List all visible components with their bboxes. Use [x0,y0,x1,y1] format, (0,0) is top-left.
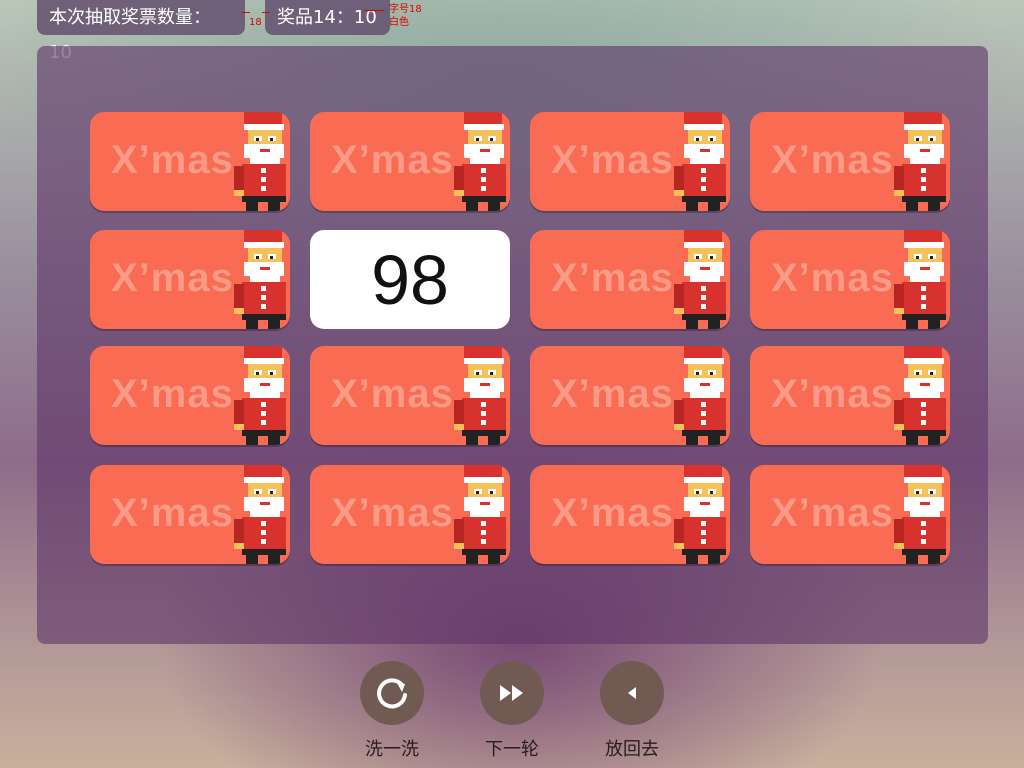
fast-forward-icon [500,685,523,701]
card-back-text: X’mas [771,491,894,535]
ticket-card[interactable]: X’mas [90,465,290,564]
next-round-label: 下一轮 [485,739,539,760]
draw-count-badge: 本次抽取奖票数量：10 [37,0,245,63]
santa-icon [674,465,726,564]
santa-icon [234,230,286,329]
put-back-circle[interactable] [600,661,664,725]
shuffle-button[interactable]: 洗一洗 [352,661,432,761]
put-back-button[interactable]: 放回去 [592,661,672,761]
card-back-text: X’mas [771,138,894,182]
card-back-text: X’mas [331,372,454,416]
refresh-icon [377,678,407,709]
santa-icon [454,465,506,564]
ticket-card[interactable]: X’mas [750,112,950,211]
annotation-marker [262,12,270,13]
card-back-text: X’mas [111,491,234,535]
card-back-text: X’mas [111,256,234,300]
card-back-text: X’mas [551,256,674,300]
santa-icon [234,465,286,564]
control-bar: 洗一洗 下一轮 放回去 [0,661,1024,768]
card-back-text: X’mas [331,491,454,535]
santa-icon [894,346,946,445]
card-back-text: X’mas [551,138,674,182]
play-back-icon [628,687,636,699]
annotation-marker [364,10,384,11]
annotation-marker [242,12,250,13]
ticket-card[interactable]: X’mas [310,465,510,564]
card-back-text: X’mas [111,138,234,182]
annotation-font-note: 字号18 [389,4,422,15]
annotation-color-note: 白色 [389,17,409,28]
santa-icon [674,346,726,445]
santa-icon [894,112,946,211]
ticket-number: 98 [371,240,449,319]
ticket-card[interactable]: X’mas [750,230,950,329]
card-board: X’mas X’mas X’mas X’mas X’mas 98 X’mas X’mas X’m… [37,46,988,644]
santa-icon [674,112,726,211]
santa-icon [454,346,506,445]
prize-label: 奖品14：10 [277,7,377,28]
prize-badge: 奖品14：10 [265,0,390,35]
santa-icon [894,465,946,564]
ticket-card[interactable]: X’mas [530,112,730,211]
put-back-label: 放回去 [605,739,659,760]
ticket-card[interactable]: X’mas [750,465,950,564]
next-round-button[interactable]: 下一轮 [472,661,552,761]
ticket-card[interactable]: X’mas [750,346,950,445]
shuffle-label: 洗一洗 [365,739,419,760]
santa-icon [454,112,506,211]
annotation-size-label: 18 [249,17,262,28]
ticket-card[interactable]: X’mas [530,465,730,564]
santa-icon [674,230,726,329]
ticket-card[interactable]: X’mas [310,346,510,445]
santa-icon [894,230,946,329]
ticket-card[interactable]: X’mas [530,230,730,329]
ticket-card[interactable]: X’mas [90,230,290,329]
card-back-text: X’mas [771,372,894,416]
shuffle-circle[interactable] [360,661,424,725]
santa-icon [234,112,286,211]
ticket-card[interactable]: X’mas [310,112,510,211]
card-back-text: X’mas [551,372,674,416]
ticket-card[interactable]: X’mas [530,346,730,445]
card-back-text: X’mas [111,372,234,416]
ticket-card[interactable]: X’mas [90,346,290,445]
ticket-card[interactable]: X’mas [90,112,290,211]
next-round-circle[interactable] [480,661,544,725]
card-back-text: X’mas [771,256,894,300]
santa-icon [234,346,286,445]
card-back-text: X’mas [551,491,674,535]
card-back-text: X’mas [331,138,454,182]
ticket-card-revealed[interactable]: 98 [310,230,510,329]
